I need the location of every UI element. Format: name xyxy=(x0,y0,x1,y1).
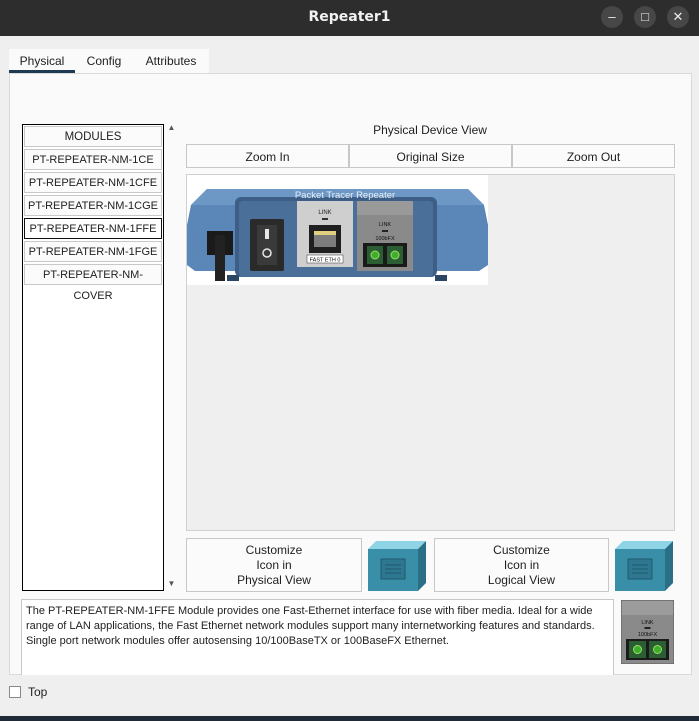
footer-bar: Top xyxy=(0,675,699,721)
customize-physical-icon-button[interactable]: Customize Icon in Physical View xyxy=(186,538,362,592)
port2-name-label: 100bFX xyxy=(375,236,395,242)
window-title: Repeater1 xyxy=(308,9,391,25)
customize-logical-line3: Logical View xyxy=(487,573,556,587)
tab-config[interactable]: Config xyxy=(77,49,131,73)
customize-physical-line3: Physical View xyxy=(237,573,311,587)
minimize-button[interactable]: – xyxy=(601,6,623,28)
customize-logical-line1: Customize xyxy=(493,543,550,557)
zoom-in-button[interactable]: Zoom In xyxy=(186,144,349,168)
customize-logical-line2: Icon in xyxy=(503,558,540,572)
customize-physical-line1: Customize xyxy=(245,543,303,557)
physical-panel: MODULES PT-REPEATER-NM-1CE PT-REPEATER-N… xyxy=(9,73,692,686)
tab-attributes[interactable]: Attributes xyxy=(135,49,207,73)
module-item[interactable]: PT-REPEATER-NM-1CFE xyxy=(24,172,162,193)
module-item[interactable]: PT-REPEATER-NM-1CE xyxy=(24,149,162,170)
module-description: The PT-REPEATER-NM-1FFE Module provides … xyxy=(21,599,614,686)
repeater-logical-icon xyxy=(615,541,673,591)
modules-list: MODULES PT-REPEATER-NM-1CE PT-REPEATER-N… xyxy=(22,124,164,591)
repeater-physical-icon xyxy=(368,541,426,591)
original-size-button[interactable]: Original Size xyxy=(349,144,512,168)
zoom-out-button[interactable]: Zoom Out xyxy=(512,144,675,168)
scroll-up-icon[interactable]: ▲ xyxy=(165,122,178,134)
port2-link-label: LINK xyxy=(379,222,392,228)
title-bar: Repeater1 – □ ✕ xyxy=(0,0,699,36)
port1-name-label: FAST ETH 0 xyxy=(310,258,341,264)
physical-device-view: Packet Tracer Repeater LINK FAST ETH 0 L… xyxy=(186,174,675,531)
customize-logical-icon-button[interactable]: Customize Icon in Logical View xyxy=(434,538,609,592)
modules-scrollbar[interactable]: ▲ ▼ xyxy=(165,122,178,592)
top-checkbox[interactable] xyxy=(9,686,21,698)
module-item[interactable]: PT-REPEATER-NM-COVER xyxy=(24,264,162,302)
repeater-device-image: Packet Tracer Repeater LINK FAST ETH 0 L… xyxy=(187,175,488,285)
thumb-port-label: 100bFX xyxy=(638,632,658,638)
scroll-down-icon[interactable]: ▼ xyxy=(165,578,178,590)
device-name-label: Packet Tracer Repeater xyxy=(295,190,395,201)
module-item-selected[interactable]: PT-REPEATER-NM-1FFE xyxy=(24,218,162,239)
modules-header: MODULES xyxy=(24,126,162,147)
customize-physical-line2: Icon in xyxy=(256,558,292,572)
module-item[interactable]: PT-REPEATER-NM-1CGE xyxy=(24,195,162,216)
thumb-link-label: LINK xyxy=(641,620,654,626)
port1-link-label: LINK xyxy=(318,210,331,216)
physical-device-view-label: Physical Device View xyxy=(373,123,487,137)
top-checkbox-label: Top xyxy=(28,685,48,699)
maximize-button[interactable]: □ xyxy=(634,6,656,28)
window-bottom-edge xyxy=(0,716,699,721)
module-thumbnail-image: LINK 100bFX xyxy=(621,600,674,664)
window-body: Physical Config Attributes MODULES PT-RE… xyxy=(0,36,699,721)
close-button[interactable]: ✕ xyxy=(667,6,689,28)
module-item[interactable]: PT-REPEATER-NM-1FGE xyxy=(24,241,162,262)
tab-physical[interactable]: Physical xyxy=(9,49,75,73)
